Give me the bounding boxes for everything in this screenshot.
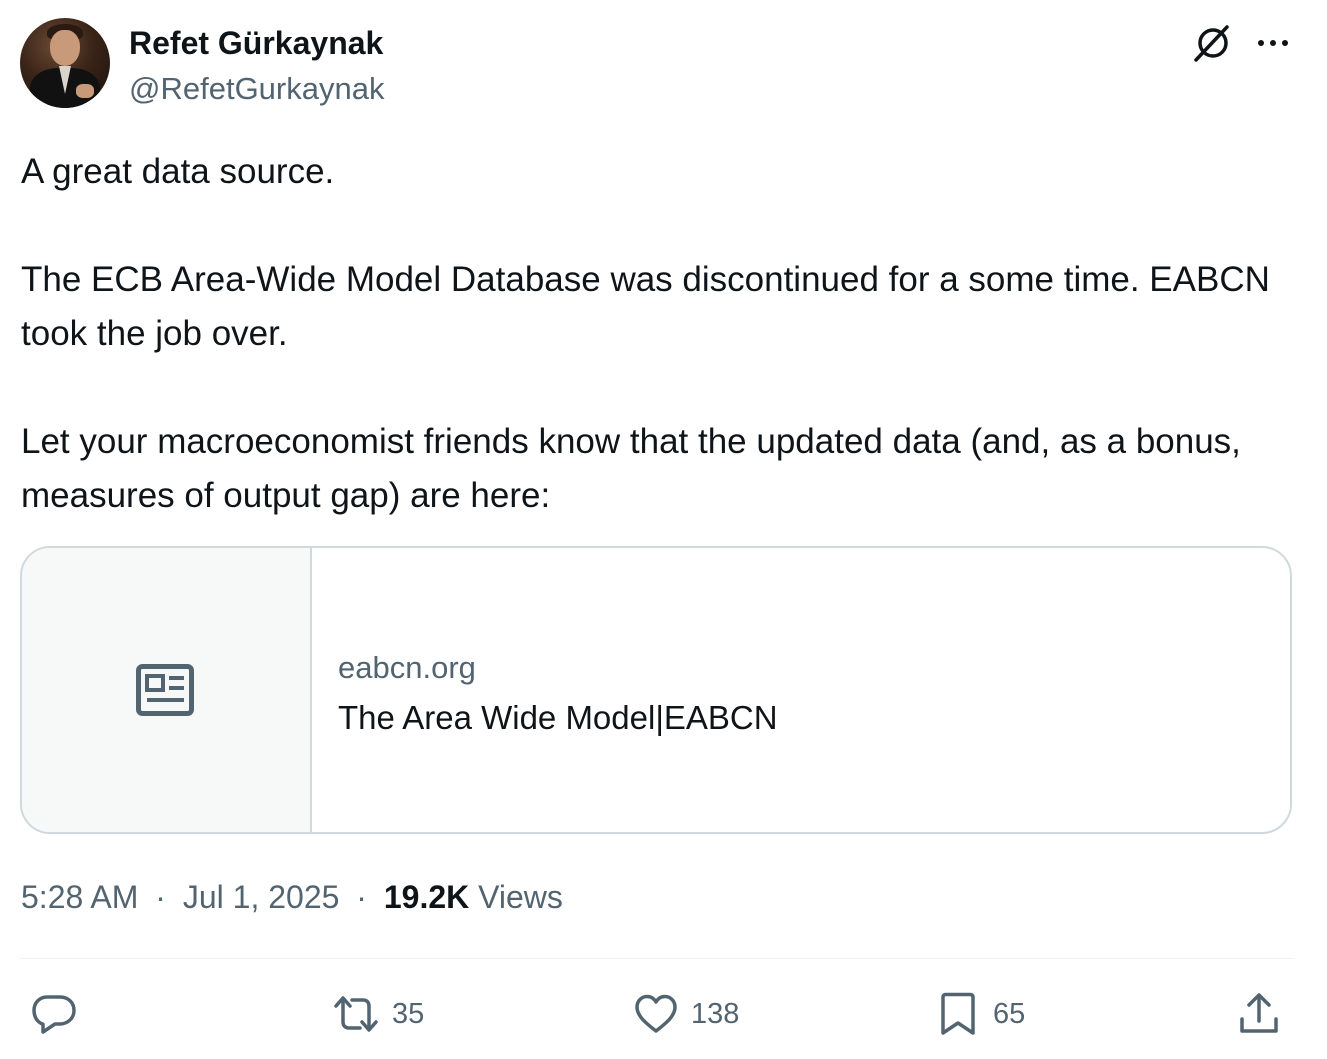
like-button[interactable]: 138	[633, 990, 739, 1038]
repost-button[interactable]: 35	[332, 990, 424, 1038]
tweet-date[interactable]: Jul 1, 2025	[183, 879, 340, 915]
author-handle[interactable]: @RefetGurkaynak	[129, 70, 384, 108]
tweet-paragraph: The ECB Area-Wide Model Database was dis…	[21, 260, 1270, 353]
reply-button[interactable]	[31, 990, 89, 1038]
avatar[interactable]	[20, 18, 110, 108]
tweet-text: A great data source. The ECB Area-Wide M…	[21, 145, 1296, 523]
link-card-title: The Area Wide Model|EABCN	[338, 699, 778, 736]
like-count: 138	[691, 998, 740, 1030]
tweet-time[interactable]: 5:28 AM	[21, 879, 138, 915]
link-card[interactable]: eabcn.org The Area Wide Model|EABCN	[20, 546, 1292, 834]
avatar-face	[50, 30, 80, 66]
share-button[interactable]	[1236, 990, 1294, 1038]
article-icon	[136, 664, 194, 716]
avatar-hand	[76, 84, 94, 98]
views-count[interactable]: 19.2K	[384, 879, 469, 915]
reply-icon	[32, 995, 76, 1034]
tweet-paragraph: Let your macroeconomist friends know tha…	[21, 422, 1241, 515]
meta-separator: ·	[155, 879, 166, 915]
author-display-name[interactable]: Refet Gürkaynak	[129, 24, 383, 62]
tweet-meta: 5:28 AM · Jul 1, 2025 · 19.2K Views	[21, 876, 563, 918]
heart-icon	[635, 994, 677, 1033]
more-options-icon[interactable]	[1252, 22, 1294, 64]
divider	[20, 958, 1294, 959]
meta-separator: ·	[356, 879, 367, 915]
repost-icon	[334, 996, 378, 1032]
tweet-paragraph: A great data source.	[21, 152, 335, 191]
grok-icon[interactable]	[1192, 22, 1234, 64]
repost-count: 35	[392, 998, 425, 1030]
link-card-thumbnail	[22, 548, 312, 832]
bookmark-count: 65	[993, 998, 1026, 1030]
share-icon	[1240, 993, 1278, 1033]
bookmark-button[interactable]: 65	[935, 990, 1025, 1038]
bookmark-icon	[941, 992, 975, 1035]
link-card-domain: eabcn.org	[338, 650, 476, 685]
views-label: Views	[478, 879, 563, 915]
